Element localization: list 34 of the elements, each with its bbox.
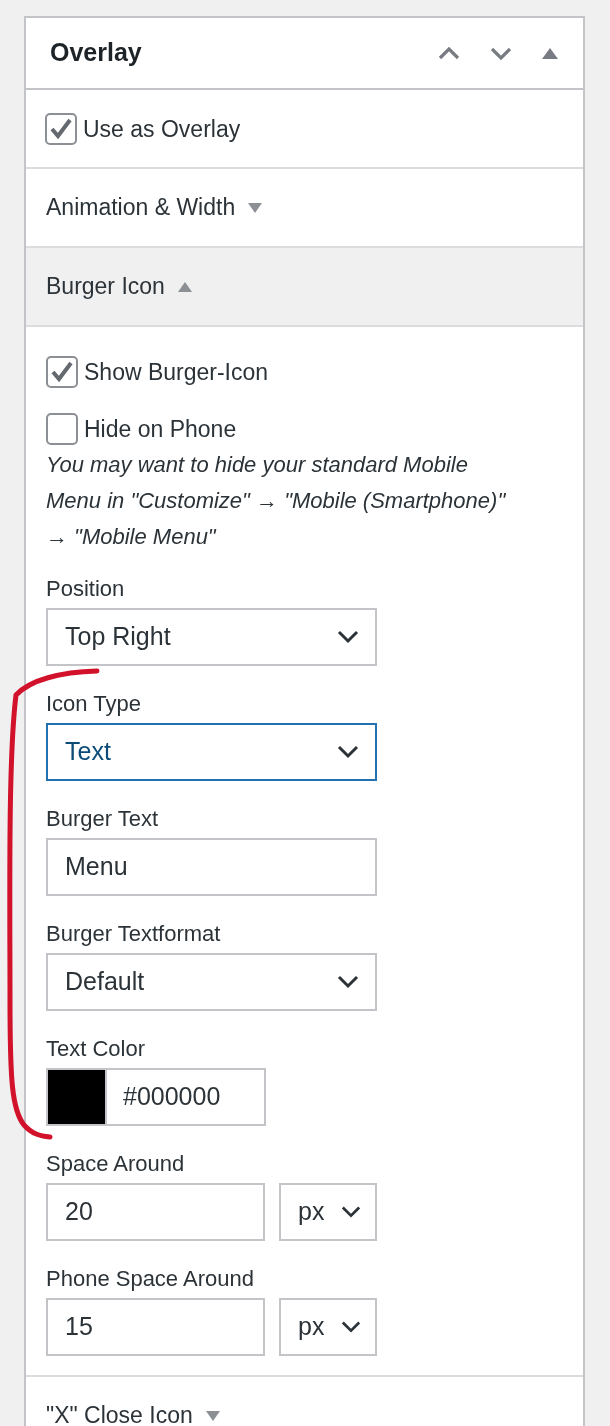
field-label: Phone Space Around	[46, 1265, 255, 1293]
expand-icon[interactable]	[204, 1408, 221, 1423]
checkbox-label: Hide on Phone	[84, 415, 237, 444]
expand-icon[interactable]	[247, 200, 264, 215]
help-note: You may want to hide your standard Mobile Menu in "Customize" → "Mobile (Smartphone)" → "Mobile Menu"	[46, 451, 507, 551]
chevron-down-icon[interactable]	[341, 1320, 361, 1334]
unit-dropdown[interactable]: px	[279, 1183, 377, 1241]
number-input[interactable]: 20	[46, 1183, 265, 1241]
text-input[interactable]: Menu	[46, 838, 377, 896]
checkbox[interactable]	[46, 356, 78, 388]
field-label: Burger Text	[46, 805, 160, 833]
dropdown[interactable]: Default	[46, 953, 377, 1011]
field-label: Icon Type	[46, 690, 142, 718]
dropdown[interactable]: Text	[46, 723, 377, 781]
color-swatch[interactable]	[46, 1068, 107, 1126]
hex-input[interactable]: #000000	[107, 1068, 266, 1126]
chevron-down-icon[interactable]	[337, 630, 359, 644]
field-label: Burger Textformat	[46, 920, 222, 948]
chevron-down-icon[interactable]	[341, 1205, 361, 1219]
chevron-down-icon[interactable]	[337, 975, 359, 989]
number-input[interactable]: 15	[46, 1298, 265, 1356]
field-label: Text Color	[46, 1035, 147, 1063]
chevron-down-icon[interactable]	[337, 745, 359, 759]
field-label: Space Around	[46, 1150, 186, 1178]
dropdown[interactable]: Top Right	[46, 608, 377, 666]
unit-dropdown[interactable]: px	[279, 1298, 377, 1356]
checkbox-label: Use as Overlay	[83, 114, 241, 144]
checkbox-label: Show Burger-Icon	[84, 358, 269, 387]
section-header[interactable]: Burger Icon	[26, 248, 583, 327]
checkbox[interactable]	[46, 413, 78, 445]
collapse-icon[interactable]	[541, 46, 559, 60]
panel-title: Overlay	[50, 37, 143, 69]
field-label: Position	[46, 575, 126, 603]
checkbox[interactable]	[45, 112, 77, 145]
